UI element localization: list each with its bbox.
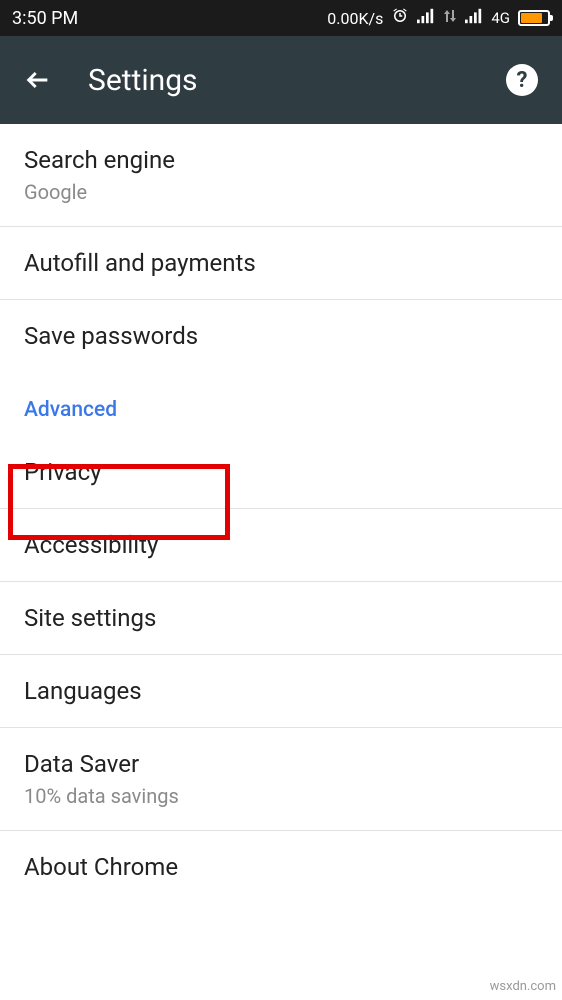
item-title: Languages [24, 677, 538, 705]
network-speed: 0.00K/s [327, 9, 383, 28]
app-bar: Settings ? [0, 36, 562, 124]
about-chrome-item[interactable]: About Chrome [0, 831, 562, 903]
signal-icon [417, 8, 435, 29]
advanced-section-header: Advanced [0, 372, 562, 436]
data-saver-item[interactable]: Data Saver 10% data savings [0, 728, 562, 831]
item-title: Accessibility [24, 531, 538, 559]
battery-icon [518, 10, 550, 26]
settings-list: Search engine Google Autofill and paymen… [0, 124, 562, 903]
item-title: Site settings [24, 604, 538, 632]
network-type: 4G [491, 9, 510, 27]
watermark: wsxdn.com [490, 979, 556, 994]
site-settings-item[interactable]: Site settings [0, 582, 562, 655]
item-title: About Chrome [24, 853, 538, 881]
item-title: Privacy [24, 458, 538, 486]
signal-icon [465, 8, 483, 29]
save-passwords-item[interactable]: Save passwords [0, 300, 562, 372]
page-title: Settings [88, 63, 470, 98]
back-button[interactable] [24, 66, 52, 94]
item-subtitle: Google [24, 180, 538, 204]
data-arrows-icon [443, 8, 457, 29]
status-bar: 3:50 PM 0.00K/s 4G [0, 0, 562, 36]
help-button[interactable]: ? [506, 64, 538, 96]
item-title: Search engine [24, 146, 538, 174]
privacy-item[interactable]: Privacy [0, 436, 562, 509]
languages-item[interactable]: Languages [0, 655, 562, 728]
alarm-icon [391, 7, 409, 30]
autofill-payments-item[interactable]: Autofill and payments [0, 227, 562, 300]
item-title: Save passwords [24, 322, 538, 350]
search-engine-item[interactable]: Search engine Google [0, 124, 562, 227]
item-subtitle: 10% data savings [24, 784, 538, 808]
help-icon: ? [517, 68, 528, 93]
item-title: Autofill and payments [24, 249, 538, 277]
status-right: 0.00K/s 4G [327, 7, 550, 30]
accessibility-item[interactable]: Accessibility [0, 509, 562, 582]
status-time: 3:50 PM [12, 8, 78, 29]
item-title: Data Saver [24, 750, 538, 778]
